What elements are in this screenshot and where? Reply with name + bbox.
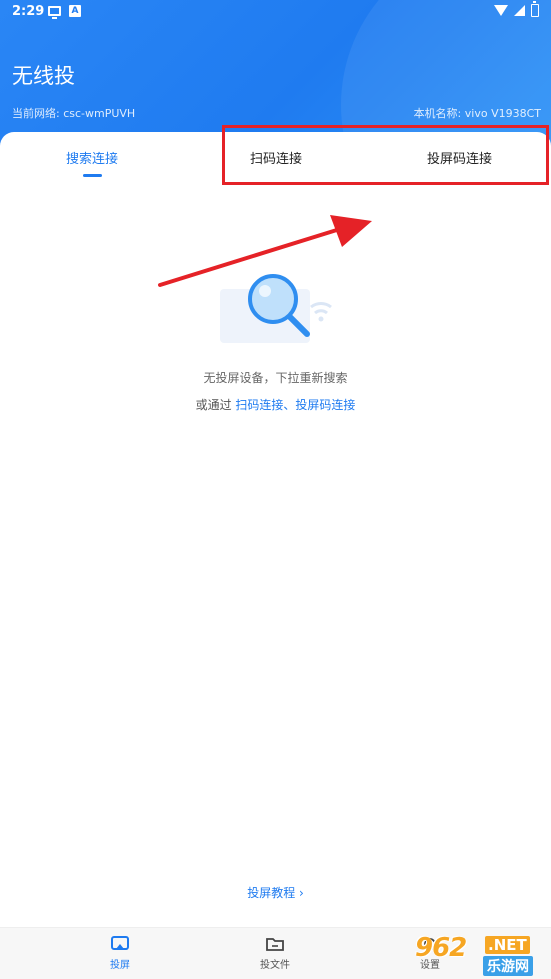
cast-tutorial-link[interactable]: 投屏教程 › [0,884,551,901]
alternative-connect-line: 或通过 扫码连接、投屏码连接 [0,396,551,413]
watermark-site-name: 乐游网 [483,956,533,976]
annotation-highlight-box [222,125,549,185]
cast-screen-icon [111,936,129,950]
active-tab-indicator [83,174,102,177]
alt-prefix-text: 或通过 [195,398,236,412]
nav-item-cast[interactable]: 投屏 [80,936,160,971]
status-system-icons [494,1,539,17]
folder-icon [266,938,284,951]
alt-connect-link[interactable]: 扫码连接、投屏码连接 [235,398,355,412]
status-time: 2:29 [12,4,45,19]
empty-state-message: 无投屏设备，下拉重新搜索 [203,371,348,385]
a-notification-icon: A [69,5,81,17]
wifi-icon [494,5,508,16]
watermark-net: .NET [485,936,530,954]
watermark-badge: 962 [415,933,467,963]
nav-item-files[interactable]: 投文件 [235,936,315,971]
main-content: 搜索连接 扫码连接 投屏码连接 无投屏设备，下拉重新搜索 或通过 扫码连接、投屏… [0,125,551,927]
page-title: 无线投 [12,64,75,88]
site-watermark: 962 .NET 乐游网 [413,930,551,979]
current-network-label: 当前网络: csc-wmPUVH [12,107,136,120]
tab-search-connect[interactable]: 搜索连接 [66,148,118,167]
battery-icon [531,1,539,17]
nav-label-cast: 投屏 [110,960,130,971]
nav-label-files: 投文件 [260,960,290,971]
status-bar: 2:29 A [0,0,551,26]
search-empty-illustration [220,274,332,343]
signal-icon [514,5,525,16]
device-name-label: 本机名称: vivo V1938CT [413,107,541,120]
screen-cast-icon [48,6,61,19]
status-notification-icons: A [48,5,81,19]
